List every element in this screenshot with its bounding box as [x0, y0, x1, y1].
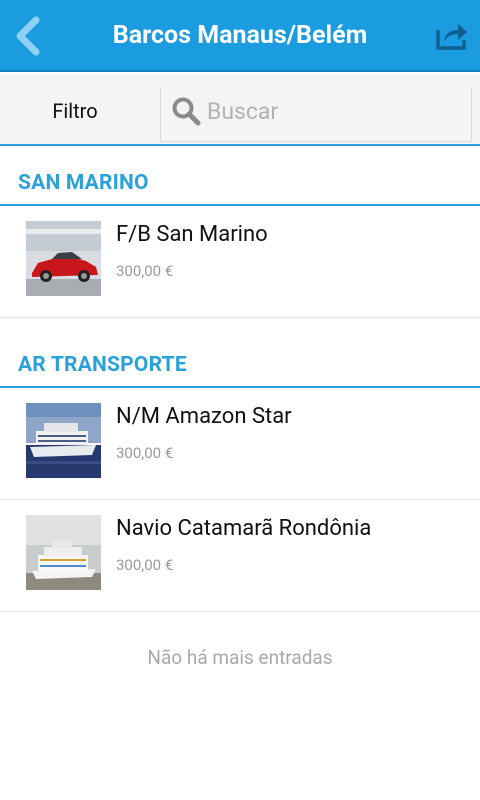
item-thumbnail	[26, 403, 101, 478]
share-button[interactable]	[434, 18, 470, 54]
back-button[interactable]	[10, 14, 50, 58]
list-item[interactable]: Navio Catamarã Rondônia 300,00 €	[0, 500, 480, 612]
search-box	[160, 88, 472, 142]
top-bar: Barcos Manaus/Belém	[0, 0, 480, 72]
no-more-entries: Não há mais entradas	[147, 646, 333, 669]
item-title: Navio Catamarã Rondônia	[116, 516, 372, 541]
item-thumbnail	[26, 515, 101, 590]
list-item[interactable]: N/M Amazon Star 300,00 €	[0, 388, 480, 500]
item-title: F/B San Marino	[116, 222, 268, 247]
entries-list: SAN MARINO F/B San Marino 300,00 € AR TR…	[0, 148, 480, 704]
section-header-ar-transporte: AR TRANSPORTE	[0, 330, 480, 388]
section-header-san-marino: SAN MARINO	[0, 148, 480, 206]
search-input[interactable]	[207, 92, 457, 130]
filter-bar: Filtro	[0, 74, 480, 146]
list-item[interactable]: F/B San Marino 300,00 €	[0, 206, 480, 318]
back-chevron-icon	[16, 16, 40, 56]
item-price: 300,00 €	[116, 262, 174, 280]
item-thumbnail	[26, 221, 101, 296]
share-icon	[436, 24, 467, 50]
filter-button[interactable]: Filtro	[20, 74, 130, 146]
item-title: N/M Amazon Star	[116, 404, 292, 429]
page-title: Barcos Manaus/Belém	[112, 21, 368, 50]
item-price: 300,00 €	[116, 444, 174, 462]
search-icon	[172, 97, 201, 126]
item-price: 300,00 €	[116, 556, 174, 574]
